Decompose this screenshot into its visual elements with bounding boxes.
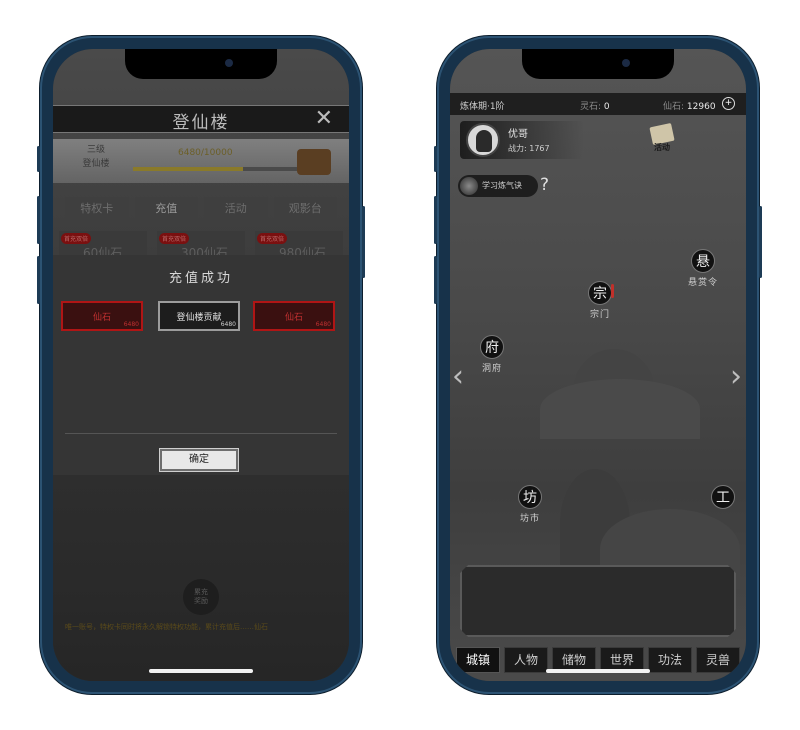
- notch: [522, 49, 674, 79]
- reward-item-xianshi[interactable]: 仙石 6480: [253, 301, 335, 331]
- item-qty: 6480: [315, 321, 331, 328]
- treasure-chest-icon[interactable]: [297, 149, 331, 175]
- node-caption: 洞府: [481, 364, 502, 374]
- divider: [65, 433, 337, 434]
- combat-power: 战力: 1767: [508, 144, 550, 153]
- message-panel: [460, 565, 736, 637]
- camera-icon: [622, 59, 630, 67]
- power-button: [759, 206, 762, 278]
- lower-area: [53, 475, 349, 681]
- double-badge: 首充双倍: [61, 233, 92, 244]
- node-cave-dwelling[interactable]: 府 洞府: [472, 335, 512, 374]
- success-dialog: 充值成功 仙石 6480 登仙楼贡献 6480 仙石 6480 确定: [53, 255, 349, 475]
- double-badge: 首充双倍: [257, 233, 288, 244]
- avatar[interactable]: [466, 123, 500, 157]
- progress-fill: [133, 167, 244, 171]
- cumulative-reward-button[interactable]: 累充 奖励: [183, 579, 219, 615]
- volume-down-button: [434, 256, 437, 304]
- screen-left: 登仙楼 ✕ 三级 登仙楼 6480/10000 特权卡 充值 活动 观影台 首充…: [53, 49, 349, 681]
- header-bar: 登仙楼 ✕: [53, 105, 349, 133]
- double-badge: 首充双倍: [159, 233, 190, 244]
- learn-label: 学习炼气诀: [482, 181, 522, 190]
- tab-bar: 特权卡 充值 活动 观影台: [65, 197, 337, 221]
- confirm-button[interactable]: 确定: [159, 448, 239, 472]
- workshop-icon: 工: [711, 485, 735, 509]
- question-mark-icon[interactable]: ?: [540, 175, 549, 195]
- notch: [125, 49, 277, 79]
- status-bar: 炼体期·1阶 灵石: 0 仙石: 12960 +: [450, 93, 746, 115]
- nav-character[interactable]: 人物: [504, 647, 548, 673]
- home-indicator[interactable]: [149, 669, 253, 673]
- level-label: 三级 登仙楼: [82, 145, 110, 169]
- volume-up-button: [37, 196, 40, 244]
- item-qty: 6480: [220, 321, 236, 328]
- add-currency-icon[interactable]: +: [722, 97, 735, 110]
- mountain-shape: [540, 379, 700, 439]
- marquee-text: 唯一账号，特权卡同时将永久解锁特权功能，累计充值后……仙石: [65, 623, 268, 631]
- mute-switch: [434, 146, 437, 172]
- lingshi-label: 灵石:: [580, 102, 602, 112]
- tab-privilege-card[interactable]: 特权卡: [65, 197, 129, 221]
- camera-icon: [225, 59, 233, 67]
- scroll-left-arrow-icon[interactable]: ‹: [452, 357, 466, 397]
- screen-right: 炼体期·1阶 灵石: 0 仙石: 12960 + 优哥 战力: 1767 活动 …: [450, 49, 746, 681]
- node-bounty[interactable]: 悬 悬赏令: [678, 249, 728, 288]
- progress-text: 6480/10000: [178, 148, 233, 158]
- tab-viewing-platform[interactable]: 观影台: [273, 197, 337, 221]
- orb-icon: [460, 177, 478, 195]
- activity-button[interactable]: 活动: [647, 122, 677, 157]
- volume-up-button: [434, 196, 437, 244]
- lingshi-value: 0: [603, 102, 610, 112]
- notification-dot: [611, 284, 614, 298]
- node-caption: 悬赏令: [687, 278, 718, 288]
- page-title: 登仙楼: [172, 113, 230, 133]
- activity-label: 活动: [654, 142, 670, 152]
- item-qty: 6480: [123, 321, 139, 328]
- node-caption: 宗门: [589, 310, 610, 320]
- learn-technique-button[interactable]: 学习炼气诀 ?: [458, 175, 549, 197]
- player-name: 优哥: [508, 129, 528, 140]
- scroll-right-arrow-icon[interactable]: ›: [730, 357, 744, 397]
- node-caption: 坊市: [519, 514, 540, 524]
- dialog-title: 充值成功: [168, 271, 233, 286]
- node-workshop[interactable]: 工: [708, 485, 738, 509]
- tab-recharge[interactable]: 充值: [134, 197, 198, 221]
- nav-town[interactable]: 城镇: [456, 647, 500, 673]
- xianshi-label: 仙石:: [663, 102, 685, 112]
- xianshi-value: 12960: [686, 102, 716, 112]
- phone-right: 炼体期·1阶 灵石: 0 仙石: 12960 + 优哥 战力: 1767 活动 …: [434, 36, 762, 694]
- xianshi-display: 仙石: 12960: [663, 99, 716, 112]
- node-sect[interactable]: 宗 宗门: [580, 281, 620, 320]
- lingshi-display: 灵石: 0: [580, 99, 610, 112]
- power-button: [362, 206, 365, 278]
- close-icon[interactable]: ✕: [315, 106, 333, 131]
- tab-activity[interactable]: 活动: [204, 197, 268, 221]
- reward-item-xianshi[interactable]: 仙石 6480: [61, 301, 143, 331]
- bounty-icon: 悬: [691, 249, 715, 273]
- realm-label: 炼体期·1阶: [460, 102, 505, 112]
- progress-bar: [133, 167, 303, 171]
- home-indicator[interactable]: [546, 669, 650, 673]
- cave-dwelling-icon: 府: [480, 335, 504, 359]
- reward-item-contribution[interactable]: 登仙楼贡献 6480: [158, 301, 240, 331]
- volume-down-button: [37, 256, 40, 304]
- market-icon: 坊: [518, 485, 542, 509]
- nav-spirit-beast[interactable]: 灵兽: [696, 647, 740, 673]
- sect-icon: 宗: [588, 281, 612, 305]
- mute-switch: [37, 146, 40, 172]
- nav-technique[interactable]: 功法: [648, 647, 692, 673]
- player-profile[interactable]: 优哥 战力: 1767: [460, 121, 584, 159]
- phone-left: 登仙楼 ✕ 三级 登仙楼 6480/10000 特权卡 充值 活动 观影台 首充…: [37, 36, 365, 694]
- node-market[interactable]: 坊 坊市: [510, 485, 550, 524]
